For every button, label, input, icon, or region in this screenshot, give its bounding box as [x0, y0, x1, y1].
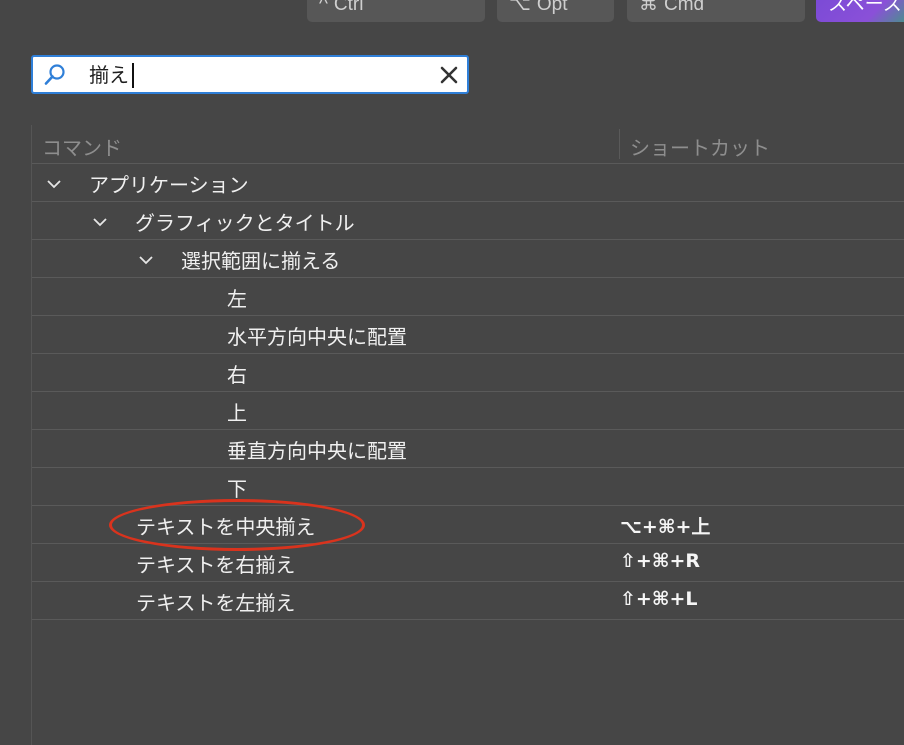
shortcut-column-header[interactable]: ショートカット: [630, 132, 770, 161]
opt-glyph: ⌥: [509, 0, 531, 15]
row-label: テキストを右揃え: [136, 553, 296, 577]
table-body: アプリケーション グラフィックとタイトル 選択範囲に揃える 左 水平方向中央に配…: [32, 164, 904, 620]
command-row[interactable]: 上: [32, 392, 904, 430]
tree-row-align-to-selection[interactable]: 選択範囲に揃える: [32, 240, 904, 278]
column-divider[interactable]: [619, 129, 620, 159]
chevron-down-icon[interactable]: [46, 173, 62, 189]
search-icon: [43, 63, 67, 87]
command-row-highlighted[interactable]: テキストを中央揃え ⌥+⌘+上: [32, 506, 904, 544]
opt-key-label: Opt: [536, 0, 568, 15]
row-label: グラフィックとタイトル: [135, 211, 355, 235]
command-row[interactable]: 右: [32, 354, 904, 392]
chevron-down-icon[interactable]: [138, 249, 154, 265]
shortcut-value[interactable]: ⌥+⌘+上: [620, 512, 710, 539]
close-icon[interactable]: [439, 65, 459, 85]
command-row[interactable]: 水平方向中央に配置: [32, 316, 904, 354]
space-key-label: スペース: [828, 0, 902, 15]
command-row[interactable]: 下: [32, 468, 904, 506]
command-row[interactable]: 左: [32, 278, 904, 316]
cmd-glyph: ⌘: [639, 0, 658, 15]
shortcut-value[interactable]: ⇧+⌘+L: [620, 588, 698, 610]
shortcut-value[interactable]: ⇧+⌘+R: [620, 550, 700, 572]
opt-key[interactable]: ⌥ Opt: [497, 0, 614, 22]
chevron-down-icon[interactable]: [92, 211, 108, 227]
command-row[interactable]: 垂直方向中央に配置: [32, 430, 904, 468]
ctrl-key-label: Ctrl: [333, 0, 364, 15]
command-row[interactable]: テキストを右揃え ⇧+⌘+R: [32, 544, 904, 582]
row-label: テキストを中央揃え: [136, 515, 316, 539]
search-field[interactable]: 揃え: [31, 55, 469, 94]
command-column-header[interactable]: コマンド: [42, 132, 122, 161]
row-label: 垂直方向中央に配置: [227, 439, 407, 463]
row-label: アプリケーション: [89, 173, 249, 197]
tree-row-graphics-titles[interactable]: グラフィックとタイトル: [32, 202, 904, 240]
tree-row-application[interactable]: アプリケーション: [32, 164, 904, 202]
row-label: 下: [227, 477, 247, 501]
command-row[interactable]: テキストを左揃え ⇧+⌘+L: [32, 582, 904, 620]
modifier-key-strip: ^ Ctrl ⌥ Opt ⌘ Cmd スペース: [0, 0, 904, 24]
row-label: 水平方向中央に配置: [227, 325, 407, 349]
space-key[interactable]: スペース: [816, 0, 904, 22]
row-label: 選択範囲に揃える: [181, 249, 341, 273]
row-label: テキストを左揃え: [136, 591, 296, 615]
row-label: 左: [227, 287, 247, 311]
search-input[interactable]: 揃え: [89, 62, 129, 88]
shortcut-table: コマンド ショートカット アプリケーション グラフィックとタイトル 選択範囲に揃…: [31, 125, 904, 745]
ctrl-key[interactable]: ^ Ctrl: [307, 0, 485, 22]
ctrl-glyph: ^: [319, 0, 328, 15]
row-label: 上: [227, 401, 247, 425]
text-caret: [132, 63, 134, 88]
cmd-key-label: Cmd: [664, 0, 705, 15]
table-header: コマンド ショートカット: [32, 125, 904, 164]
row-label: 右: [227, 363, 247, 387]
cmd-key[interactable]: ⌘ Cmd: [627, 0, 805, 22]
